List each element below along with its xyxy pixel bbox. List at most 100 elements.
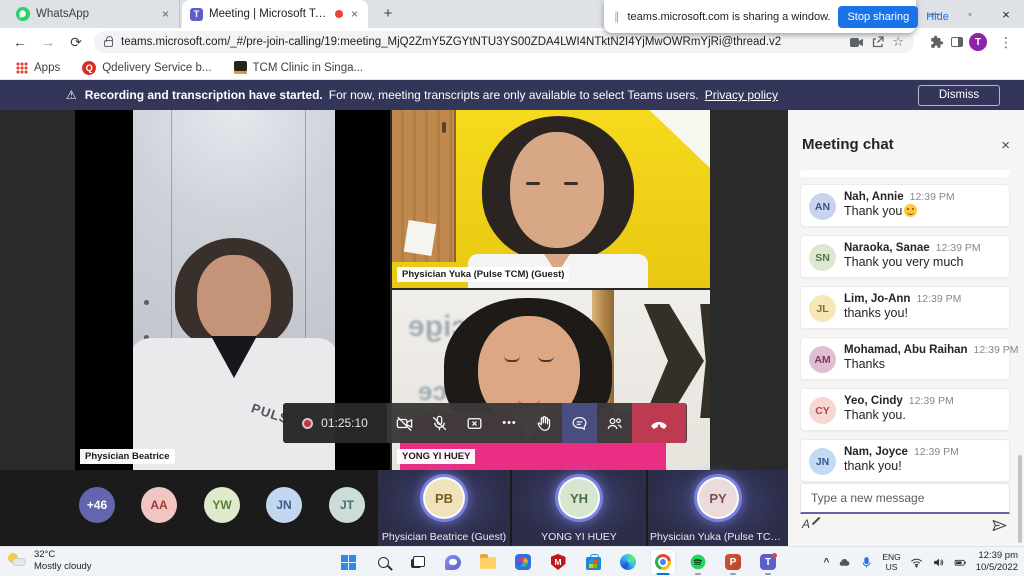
banner-text: For now, meeting transcripts are only av…: [329, 88, 699, 102]
person-face: [510, 132, 604, 248]
chat-message-list: AN Nah, Annie12:39 PM Thank you SN Narao…: [800, 184, 1010, 482]
drag-grip-icon[interactable]: ∥: [614, 10, 620, 23]
battery-icon[interactable]: [954, 556, 967, 569]
more-options-button[interactable]: •••: [492, 403, 527, 443]
task-view-icon[interactable]: [405, 549, 431, 575]
whatsapp-icon: [16, 7, 30, 21]
chat-panel-title: Meeting chat: [802, 136, 894, 153]
dismiss-button[interactable]: Dismiss: [918, 85, 1000, 106]
participant-avatar[interactable]: YW: [204, 487, 240, 523]
spotify-icon[interactable]: [685, 549, 711, 575]
onedrive-cloud-icon[interactable]: [838, 556, 851, 569]
back-icon[interactable]: ←: [10, 32, 30, 52]
tcm-clinic-icon: [234, 61, 247, 74]
chat-message: JN Nam, Joyce12:39 PM thank you!: [800, 439, 1010, 482]
camera-off-button[interactable]: [387, 403, 422, 443]
stop-share-button[interactable]: [457, 403, 492, 443]
clock-widget[interactable]: 12:39 pm 10/5/2022: [976, 550, 1018, 575]
volume-icon[interactable]: [932, 556, 945, 569]
participant-avatar[interactable]: AA: [141, 487, 177, 523]
raise-hand-button[interactable]: [527, 403, 562, 443]
file-explorer-icon[interactable]: [475, 549, 501, 575]
extensions-puzzle-icon[interactable]: [928, 33, 946, 51]
weather-widget[interactable]: 32°C Mostly cloudy: [8, 549, 92, 573]
windows-chat-icon[interactable]: [440, 549, 466, 575]
chat-message: SN Naraoka, Sanae12:39 PM Thank you very…: [800, 235, 1010, 278]
speaker-tile-pb[interactable]: PB Physician Beatrice (Guest): [378, 470, 510, 546]
edge-icon[interactable]: [615, 549, 641, 575]
banner-bold-text: Recording and transcription have started…: [85, 88, 323, 102]
windows-taskbar: 32°C Mostly cloudy M P T ^: [0, 546, 1024, 576]
chat-button-active[interactable]: [562, 403, 597, 443]
tab-meeting-teams[interactable]: T Meeting | Microsoft Teams ×: [182, 0, 368, 28]
meeting-chat-panel: Meeting chat × AN Nah, Annie12:39 PM Tha…: [788, 110, 1024, 546]
participant-avatar[interactable]: JN: [266, 487, 302, 523]
speaker-avatar: PY: [697, 477, 739, 519]
format-icon[interactable]: A: [802, 517, 810, 531]
side-panel-icon[interactable]: [948, 33, 966, 51]
sharing-message: teams.microsoft.com is sharing a window.: [628, 11, 831, 23]
overflow-participants-badge[interactable]: +46: [79, 487, 115, 523]
taskbar-app-icons: M P T: [335, 549, 781, 575]
chrome-icon-active[interactable]: [650, 549, 676, 575]
bookmark-qdelivery[interactable]: Q Qdelivery Service b...: [82, 61, 211, 75]
profile-avatar[interactable]: T: [969, 33, 987, 51]
close-tab-icon[interactable]: ×: [349, 7, 360, 21]
speaker-name: YONG YI HUEY: [514, 531, 644, 543]
microphone-tray-icon[interactable]: [860, 556, 873, 569]
chat-message: AN Nah, Annie12:39 PM Thank you: [800, 184, 1010, 227]
sharing-notification-bar: ∥ teams.microsoft.com is sharing a windo…: [604, 0, 916, 33]
microsoft-store-icon[interactable]: [580, 549, 606, 575]
qdelivery-icon: Q: [82, 61, 96, 75]
teams-taskbar-icon[interactable]: T: [755, 549, 781, 575]
start-button[interactable]: [335, 549, 361, 575]
send-message-icon[interactable]: [991, 517, 1008, 539]
chat-scrollbar[interactable]: [1018, 455, 1022, 543]
reload-icon[interactable]: ⟳: [66, 32, 86, 52]
tab-whatsapp[interactable]: WhatsApp ×: [8, 0, 180, 28]
speaker-tile-yh[interactable]: YH YONG YI HUEY: [512, 470, 646, 546]
wifi-icon[interactable]: [910, 556, 923, 569]
bookmark-apps[interactable]: Apps: [16, 62, 60, 74]
participants-button[interactable]: [597, 403, 632, 443]
photos-app-icon[interactable]: [510, 549, 536, 575]
new-tab-button[interactable]: +: [378, 4, 398, 24]
search-icon[interactable]: [370, 549, 396, 575]
apps-grid-icon: [16, 62, 28, 74]
tray-chevron-icon[interactable]: ^: [823, 557, 829, 568]
recording-banner: ⚠ Recording and transcription have start…: [0, 80, 1024, 110]
bookmark-tcm-clinic[interactable]: TCM Clinic in Singa...: [234, 61, 364, 74]
tray-time: 12:39 pm: [978, 550, 1018, 561]
timer-text: 01:25:10: [321, 416, 368, 430]
privacy-policy-link[interactable]: Privacy policy: [705, 88, 778, 102]
screen: WhatsApp × T Meeting | Microsoft Teams ×…: [0, 0, 1024, 576]
close-chat-icon[interactable]: ×: [1001, 137, 1010, 154]
bookmark-star-icon[interactable]: ☆: [892, 34, 904, 50]
tab-recording-icon: [335, 10, 343, 18]
share-icon[interactable]: [872, 36, 884, 48]
participant-avatar[interactable]: JT: [329, 487, 365, 523]
warning-icon: ⚠: [66, 88, 77, 102]
chat-message-input[interactable]: Type a new message: [800, 483, 1010, 514]
url-text: teams.microsoft.com/_#/pre-join-calling/…: [121, 36, 842, 48]
browser-menu-kebab-icon[interactable]: ⋮: [997, 33, 1015, 51]
hide-sharing-link[interactable]: Hide: [926, 11, 949, 23]
forward-icon[interactable]: →: [38, 32, 58, 52]
participant-name-label: Physician Yuka (Pulse TCM) (Guest): [397, 267, 569, 282]
chat-message: CY Yeo, Cindy12:39 PM Thank you.: [800, 388, 1010, 431]
speaker-tile-py[interactable]: PY Physician Yuka (Pulse TCM...: [648, 470, 788, 546]
meeting-stage: PULS Physician Beatrice Physician Yuka (…: [0, 110, 1024, 546]
close-tab-icon[interactable]: ×: [160, 7, 171, 21]
address-bar[interactable]: teams.microsoft.com/_#/pre-join-calling/…: [94, 31, 914, 53]
partial-message-card: [800, 170, 1010, 177]
window-maximize-button[interactable]: ▫: [952, 0, 988, 28]
stop-sharing-button[interactable]: Stop sharing: [838, 6, 918, 28]
language-indicator[interactable]: ENGUS: [882, 552, 900, 572]
mcafee-icon[interactable]: M: [545, 549, 571, 575]
camera-access-icon[interactable]: [850, 37, 864, 48]
powerpoint-icon[interactable]: P: [720, 549, 746, 575]
window-close-button[interactable]: ×: [988, 0, 1024, 28]
mic-off-button[interactable]: [422, 403, 457, 443]
hang-up-button[interactable]: [632, 403, 686, 443]
system-tray: ^ ENGUS 12:39 pm 10/5/2022: [823, 547, 1018, 576]
